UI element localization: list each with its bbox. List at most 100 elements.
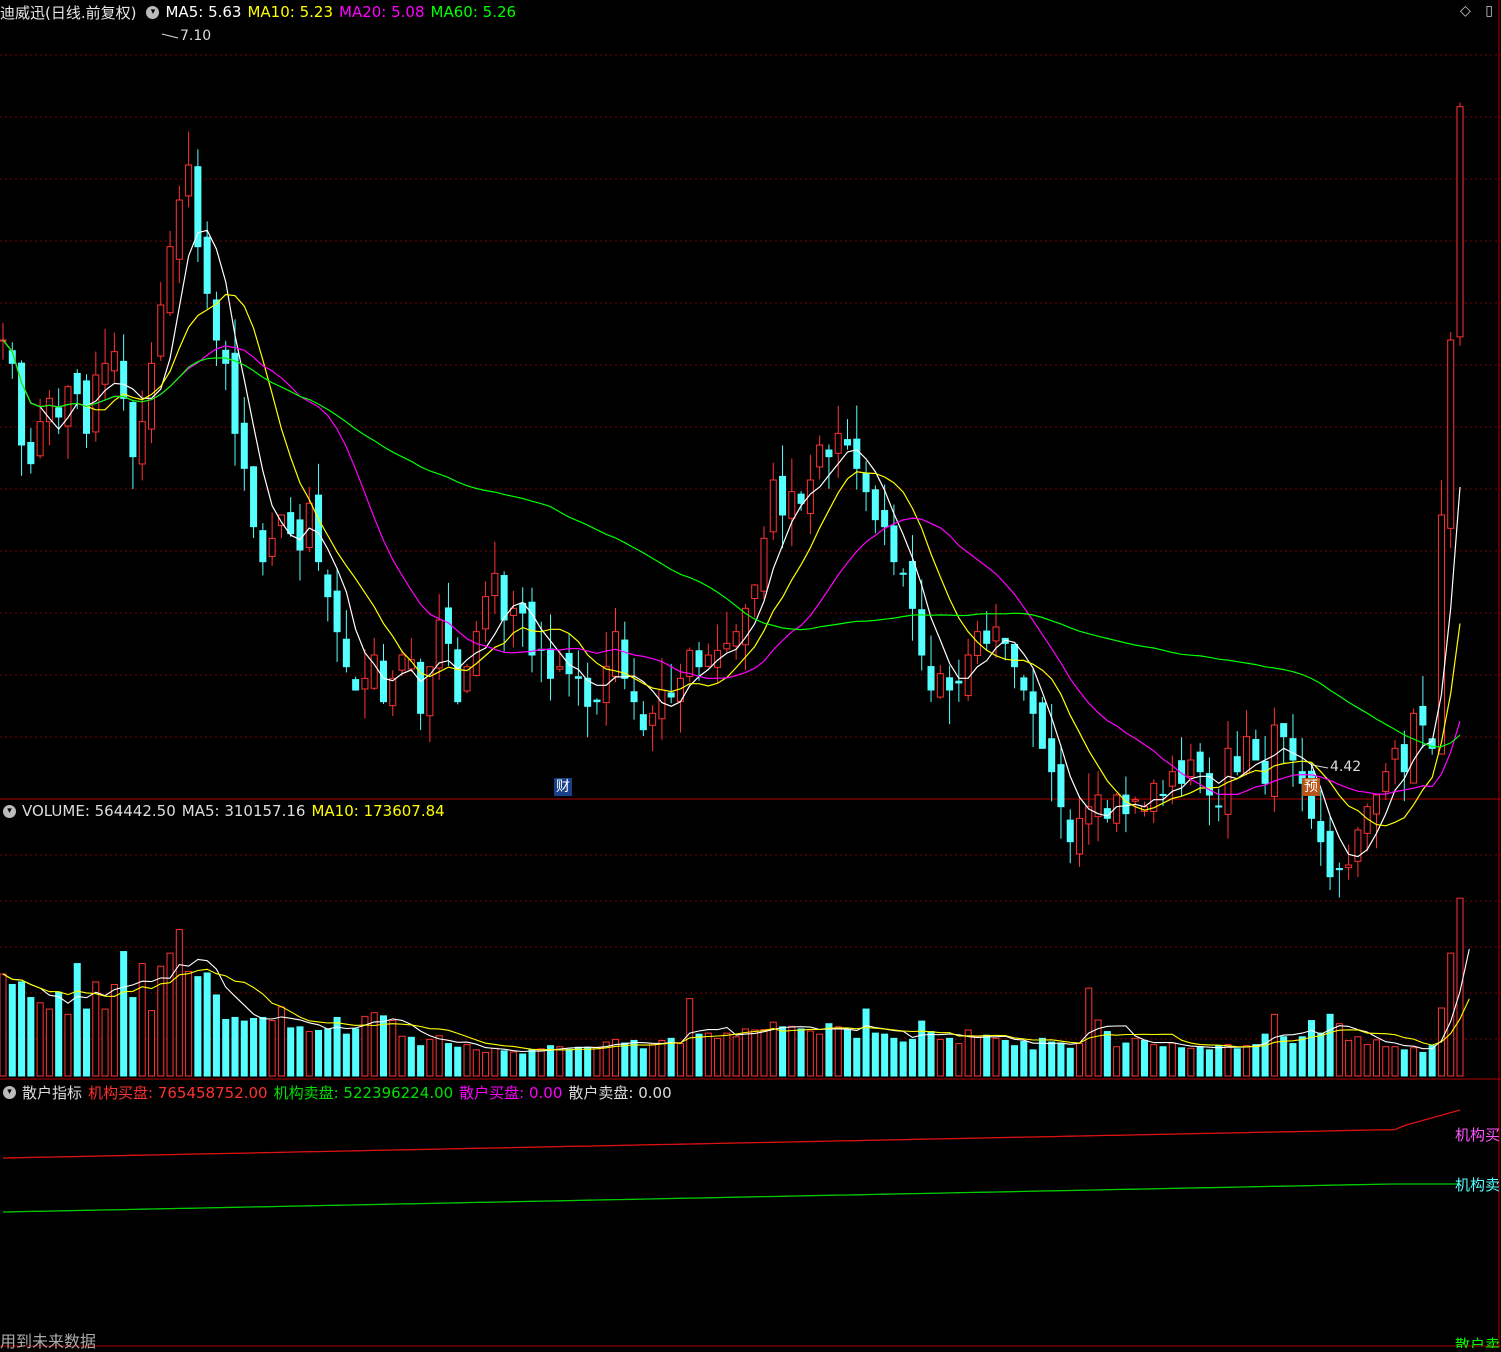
candle-body xyxy=(250,466,258,528)
ma10-legend: MA10: 5.23 xyxy=(247,3,333,21)
chart-canvas[interactable] xyxy=(0,0,1501,1348)
volume-bar xyxy=(1020,1040,1028,1077)
volume-bar xyxy=(1178,1047,1186,1077)
candle-body xyxy=(1168,771,1176,787)
candle-body xyxy=(1243,736,1251,774)
candle-body xyxy=(482,596,490,630)
candle-body xyxy=(1196,751,1204,773)
volume-bar xyxy=(333,1016,341,1077)
forecast-badge[interactable]: 预 xyxy=(1302,778,1320,796)
volume-bar xyxy=(1011,1045,1019,1077)
volume-bar xyxy=(853,1037,861,1077)
ma60-line xyxy=(2,339,1461,748)
volume-bar xyxy=(1048,1041,1056,1077)
ma20-legend: MA20: 5.08 xyxy=(339,3,425,21)
candle-body xyxy=(630,691,638,703)
volume-bar xyxy=(426,1038,434,1077)
volume-bar xyxy=(482,1051,490,1077)
volume-bar xyxy=(946,1037,954,1077)
candle-body xyxy=(1382,771,1390,793)
volume-bar xyxy=(120,951,128,1077)
volume-bar xyxy=(1233,1048,1241,1077)
stock-title[interactable]: 迪威迅(日线.前复权) xyxy=(0,2,136,23)
candle-body xyxy=(1187,759,1195,778)
candle-body xyxy=(389,677,397,707)
candle-body xyxy=(352,679,360,691)
candle-body xyxy=(305,502,313,549)
volume-bar xyxy=(0,973,7,1077)
volume-bar xyxy=(175,929,183,1077)
candle-body xyxy=(779,475,787,516)
candle-body xyxy=(491,572,499,597)
candle-body xyxy=(1372,794,1380,815)
volume-legend: VOLUME: 564442.50 xyxy=(22,802,176,820)
candle-body xyxy=(1066,819,1074,843)
diamond-icon[interactable]: ◇ xyxy=(1460,3,1471,19)
inst-sell-line xyxy=(2,1183,1460,1213)
candle-body xyxy=(899,572,907,575)
candle-body xyxy=(1345,864,1353,869)
volume-bar xyxy=(1057,1042,1065,1077)
candle-body xyxy=(574,676,582,679)
candle-body xyxy=(1317,821,1325,843)
volume-bar xyxy=(741,1028,749,1077)
volume-bar xyxy=(1363,1044,1371,1077)
candle-body xyxy=(212,299,220,341)
volume-bar xyxy=(1428,1045,1436,1077)
volume-bar xyxy=(1400,1049,1408,1077)
candle-body xyxy=(862,472,870,493)
volume-bar xyxy=(352,1028,360,1077)
candle-body xyxy=(1437,514,1445,755)
indicator-name[interactable]: 散户指标 xyxy=(22,1082,82,1103)
candle-body xyxy=(194,166,202,248)
volume-bar xyxy=(918,1020,926,1077)
volume-bar xyxy=(723,1032,731,1077)
volume-bar xyxy=(1159,1046,1167,1077)
volume-ma5-legend: MA5: 310157.16 xyxy=(181,802,306,820)
candle-body xyxy=(1075,817,1084,855)
candle-body xyxy=(1419,705,1427,726)
volume-bar xyxy=(676,1043,684,1077)
volume-bar xyxy=(509,1051,517,1077)
candle-body xyxy=(1261,760,1269,784)
candle-body xyxy=(918,609,926,656)
candle-body xyxy=(649,712,657,726)
volume-bar xyxy=(36,1002,44,1077)
high-arrow xyxy=(161,33,179,39)
volume-bar xyxy=(1270,1013,1278,1077)
volume-bar xyxy=(398,1035,406,1077)
volume-bar xyxy=(667,1037,675,1077)
volume-bar xyxy=(584,1046,592,1077)
candle-body xyxy=(138,421,146,465)
volume-bar xyxy=(760,1028,768,1077)
volume-bar xyxy=(1196,1046,1204,1077)
volume-bar xyxy=(435,1035,443,1077)
volume-bar xyxy=(899,1041,907,1077)
candle-body xyxy=(324,574,332,598)
volume-bar xyxy=(1382,1046,1390,1077)
volume-bar xyxy=(936,1038,944,1077)
volume-bar xyxy=(1168,1042,1176,1077)
volume-bar xyxy=(110,983,118,1077)
maximize-icon[interactable]: ▯ xyxy=(1485,3,1493,19)
volume-bar xyxy=(1001,1039,1009,1077)
volume-bar xyxy=(240,1020,248,1077)
volume-bar xyxy=(45,1008,53,1077)
candle-body xyxy=(992,626,1000,642)
ma10-line xyxy=(2,293,1461,827)
candle-body xyxy=(890,525,898,563)
candle-body xyxy=(500,575,508,621)
finance-badge[interactable]: 财 xyxy=(554,778,572,796)
volume-bar xyxy=(973,1036,981,1077)
candle-body xyxy=(1057,764,1065,808)
volume-bar xyxy=(1122,1042,1130,1077)
volume-bar xyxy=(1252,1044,1260,1077)
indicator-settings-icon[interactable]: ▾ xyxy=(3,1085,16,1099)
candle-body xyxy=(723,642,731,650)
settings-circle-icon[interactable]: ▾ xyxy=(146,5,160,19)
volume-settings-icon[interactable]: ▾ xyxy=(3,804,16,818)
candle-body xyxy=(908,561,916,609)
candle-body xyxy=(853,438,861,469)
window-controls: ◇ ▯ xyxy=(1450,3,1493,19)
volume-bar xyxy=(621,1042,629,1077)
